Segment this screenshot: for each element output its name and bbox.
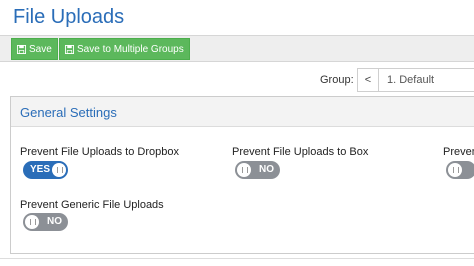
save-to-multiple-groups-label: Save to Multiple Groups [77, 43, 184, 55]
setting-label-box: Prevent File Uploads to Box [232, 146, 369, 158]
floppy-disk-icon [17, 44, 26, 54]
panel-title: General Settings [20, 105, 117, 120]
page-title: File Uploads [13, 6, 125, 28]
toggle-prevent-box[interactable]: NO [235, 161, 280, 179]
setting-label-dropbox: Prevent File Uploads to Dropbox [20, 146, 179, 158]
setting-label-generic: Prevent Generic File Uploads [20, 199, 164, 211]
toolbar: Save Save to Multiple Groups [0, 35, 474, 62]
general-settings-panel: General Settings Prevent File Uploads to… [10, 96, 474, 254]
setting-label-truncated: Prevent [443, 146, 474, 158]
toggle-prevent-truncated[interactable] [446, 161, 474, 179]
save-to-multiple-groups-button[interactable]: Save to Multiple Groups [59, 38, 190, 60]
save-button[interactable]: Save [11, 38, 58, 60]
group-select[interactable]: 1. Default [378, 68, 474, 92]
toggle-knob [25, 215, 39, 229]
toggle-state-label: YES [30, 164, 51, 175]
toggle-prevent-generic[interactable]: NO [23, 213, 68, 231]
panel-heading: General Settings [11, 97, 474, 127]
toggle-knob [237, 163, 251, 177]
toggle-state-label: NO [259, 164, 274, 175]
toggle-state-label: NO [47, 216, 62, 227]
group-label: Group: [320, 74, 354, 86]
toggle-prevent-dropbox[interactable]: YES [23, 161, 68, 179]
toggle-knob [52, 163, 66, 177]
toggle-knob [448, 163, 462, 177]
group-previous-button[interactable]: < [357, 68, 379, 92]
divider [0, 258, 474, 259]
floppy-disk-icon [65, 44, 74, 54]
save-button-label: Save [29, 43, 52, 55]
